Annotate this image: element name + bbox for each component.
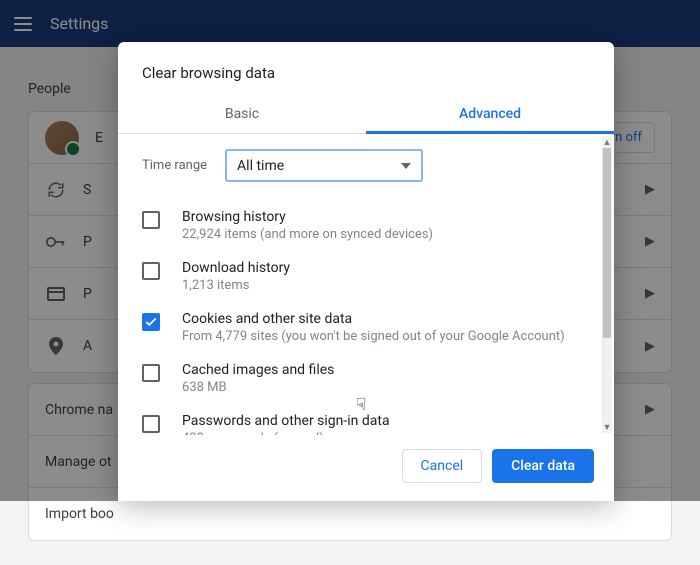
item-title: Cookies and other site data xyxy=(182,311,565,327)
item-subtitle: 638 MB xyxy=(182,380,334,395)
checkbox[interactable] xyxy=(142,262,160,280)
item-title: Download history xyxy=(182,260,290,276)
checkbox[interactable] xyxy=(142,313,160,331)
dialog-tabs: Basic Advanced xyxy=(118,96,614,134)
time-range-value: All time xyxy=(237,158,284,174)
scroll-up-icon[interactable]: ▲ xyxy=(602,136,612,148)
item-subtitle: 430 passwords (synced) xyxy=(182,431,390,435)
tab-advanced[interactable]: Advanced xyxy=(366,96,614,133)
clear-data-button[interactable]: Clear data xyxy=(492,449,594,483)
clear-browsing-data-dialog: Clear browsing data Basic Advanced Time … xyxy=(118,42,614,501)
scrollbar[interactable]: ▲ ▼ xyxy=(602,136,612,433)
data-type-item: Download history 1,213 items xyxy=(142,251,582,302)
cancel-button[interactable]: Cancel xyxy=(402,449,483,483)
tab-basic[interactable]: Basic xyxy=(118,96,366,133)
data-type-item: Cookies and other site data From 4,779 si… xyxy=(142,302,582,353)
item-subtitle: 22,924 items (and more on synced devices… xyxy=(182,227,433,242)
dialog-title: Clear browsing data xyxy=(118,42,614,96)
item-title: Browsing history xyxy=(182,209,433,225)
item-subtitle: From 4,779 sites (you won't be signed ou… xyxy=(182,329,565,344)
scroll-down-icon[interactable]: ▼ xyxy=(602,421,612,433)
scrollbar-thumb[interactable] xyxy=(603,148,611,338)
dialog-scroll-area: Time range All time Browsing history 22,9… xyxy=(118,134,606,435)
time-range-row: Time range All time xyxy=(142,149,582,182)
dialog-body: Time range All time Browsing history 22,9… xyxy=(118,134,614,435)
checkbox[interactable] xyxy=(142,415,160,433)
item-subtitle: 1,213 items xyxy=(182,278,290,293)
dropdown-icon xyxy=(401,163,411,169)
data-type-item: Browsing history 22,924 items (and more o… xyxy=(142,200,582,251)
time-range-select[interactable]: All time xyxy=(225,149,423,182)
data-type-item: Passwords and other sign-in data 430 pass… xyxy=(142,404,582,435)
dialog-footer: Cancel Clear data xyxy=(118,435,614,501)
checkbox[interactable] xyxy=(142,211,160,229)
data-type-item: Cached images and files 638 MB xyxy=(142,353,582,404)
checkbox[interactable] xyxy=(142,364,160,382)
time-range-label: Time range xyxy=(142,158,207,173)
item-title: Cached images and files xyxy=(182,362,334,378)
item-title: Passwords and other sign-in data xyxy=(182,413,390,429)
import-label: Import boo xyxy=(45,506,655,522)
